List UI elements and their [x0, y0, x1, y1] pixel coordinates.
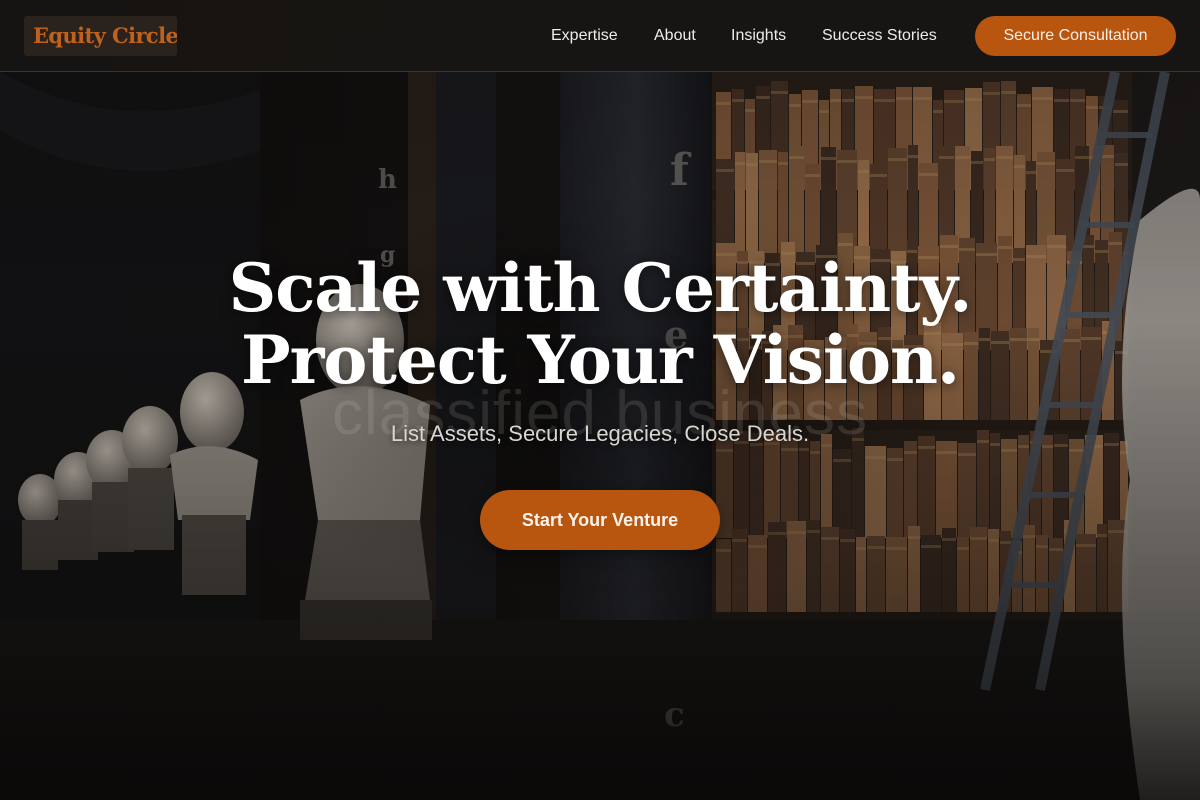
nav-link-about[interactable]: About — [654, 26, 696, 46]
hero-headline: Scale with Certainty. Protect Your Visio… — [0, 252, 1200, 396]
start-venture-button[interactable]: Start Your Venture — [480, 490, 720, 550]
nav-link-success-stories[interactable]: Success Stories — [822, 26, 937, 46]
top-navbar: Equity Circle Expertise About Insights S… — [0, 0, 1200, 72]
secure-consultation-button[interactable]: Secure Consultation — [975, 16, 1176, 56]
hero-subheadline: List Assets, Secure Legacies, Close Deal… — [390, 421, 810, 446]
nav-link-expertise[interactable]: Expertise — [551, 26, 618, 46]
nav-link-insights[interactable]: Insights — [731, 26, 786, 46]
hero-headline-line-1: Scale with Certainty. — [228, 249, 973, 327]
hero-headline-line-2: Protect Your Vision. — [240, 321, 960, 399]
